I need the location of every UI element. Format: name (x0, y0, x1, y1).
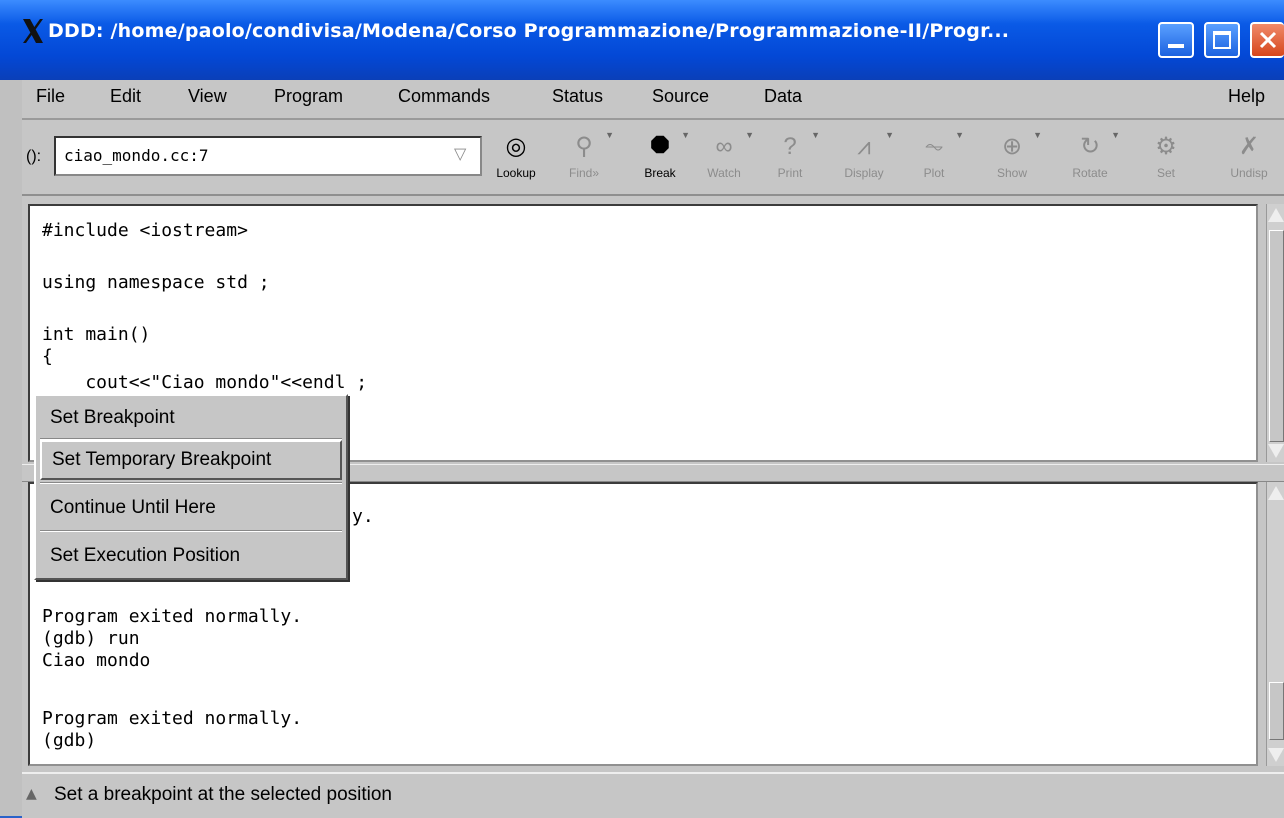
menu-edit[interactable]: Edit (110, 86, 141, 107)
undisplay-icon: ✗ (1238, 133, 1260, 160)
set-button[interactable]: ⚙ Set (1134, 130, 1198, 180)
argument-label: (): (26, 148, 42, 165)
scroll-down-arrow-icon[interactable] (1268, 444, 1284, 458)
menu-view[interactable]: View (188, 86, 227, 107)
show-label: Show (996, 166, 1028, 180)
menu-bar: File Edit View Program Commands Status S… (22, 80, 1284, 120)
status-bar: ▲ Set a breakpoint at the selected posit… (22, 772, 1284, 818)
window-title: DDD: /home/paolo/condivisa/Modena/Corso … (48, 20, 1010, 42)
show-menu-caret-icon: ▼ (1033, 130, 1042, 140)
maximize-button[interactable] (1204, 22, 1240, 58)
console-partial-line: y. (352, 506, 374, 527)
show-button[interactable]: ▼ ⊕ Show (980, 130, 1044, 180)
menu-item-set-temporary-breakpoint[interactable]: Set Temporary Breakpoint (40, 440, 342, 480)
watch-button[interactable]: ▼ ∞ Watch (692, 130, 756, 180)
menu-item-set-execution-position[interactable]: Set Execution Position (40, 536, 342, 576)
display-label: Display (844, 166, 884, 180)
source-line: int main() (42, 324, 151, 345)
scroll-up-arrow-icon[interactable] (1268, 486, 1284, 500)
source-line: using namespace std ; (42, 272, 270, 293)
scroll-down-arrow-icon[interactable] (1268, 748, 1284, 762)
menu-file[interactable]: File (36, 86, 65, 107)
ddd-window: DDD: /home/paolo/condivisa/Modena/Corso … (0, 0, 1284, 818)
find-button[interactable]: ▼ ⚲ Find» (552, 130, 616, 180)
menu-data[interactable]: Data (764, 86, 802, 107)
break-menu-caret-icon: ▼ (681, 130, 690, 140)
rotate-button[interactable]: ▼ ↻ Rotate (1058, 130, 1122, 180)
menu-separator (40, 482, 342, 484)
undisplay-label: Undisp (1230, 166, 1268, 180)
scroll-up-arrow-icon[interactable] (1268, 208, 1284, 222)
console-line: Program exited normally. (42, 708, 303, 729)
break-label: Break (644, 166, 676, 180)
plot-label: Plot (923, 166, 945, 180)
source-line: cout<<"Ciao mondo"<<endl ; (42, 372, 368, 393)
title-bar[interactable]: DDD: /home/paolo/condivisa/Modena/Corso … (0, 0, 1284, 80)
toolbar: (): ciao_mondo.cc:7 ▽ ◎ Lookup ▼ ⚲ Find»… (22, 120, 1284, 196)
breakpoint-context-menu: Set Breakpoint Set Temporary Breakpoint … (34, 394, 348, 580)
menu-help[interactable]: Help (1228, 86, 1265, 107)
rotate-label: Rotate (1072, 166, 1108, 180)
plot-menu-caret-icon: ▼ (955, 130, 964, 140)
print-label: Print (777, 166, 803, 180)
break-button[interactable]: ▼ ⯃ Break (628, 130, 692, 180)
find-menu-caret-icon: ▼ (605, 130, 614, 140)
print-menu-caret-icon: ▼ (811, 130, 820, 140)
rotate-menu-caret-icon: ▼ (1111, 130, 1120, 140)
status-triangle-icon[interactable]: ▲ (26, 786, 37, 802)
menu-separator (40, 530, 342, 532)
lookup-button[interactable]: ◎ Lookup (484, 130, 548, 180)
source-line: #include <iostream> (42, 220, 248, 241)
undisplay-button[interactable]: ✗ Undisp (1214, 130, 1284, 180)
display-button[interactable]: ▼ ⩘ Display (832, 130, 896, 180)
console-prompt: (gdb) (42, 730, 97, 751)
menu-item-continue-until-here[interactable]: Continue Until Here (40, 488, 342, 528)
menu-status[interactable]: Status (552, 86, 603, 107)
close-button[interactable] (1250, 22, 1284, 58)
watch-menu-caret-icon: ▼ (745, 130, 754, 140)
find-label: Find» (568, 166, 600, 180)
lookup-icon: ◎ (505, 133, 527, 160)
menu-program[interactable]: Program (274, 86, 343, 107)
menu-item-set-breakpoint[interactable]: Set Breakpoint (40, 398, 342, 438)
source-scrollbar[interactable] (1266, 204, 1284, 462)
lookup-label: Lookup (496, 166, 536, 180)
argument-dropdown-icon[interactable]: ▽ (454, 144, 466, 163)
console-scrollbar[interactable] (1266, 482, 1284, 766)
console-line: Program exited normally. (42, 606, 303, 627)
watch-label: Watch (707, 166, 741, 180)
console-line: Ciao mondo (42, 650, 151, 671)
console-line: (gdb) run (42, 628, 140, 649)
argument-field[interactable]: ciao_mondo.cc:7 (54, 136, 482, 176)
status-message: Set a breakpoint at the selected positio… (54, 784, 393, 805)
x-logo-icon (23, 19, 43, 43)
minimize-icon (1168, 44, 1184, 48)
menu-source[interactable]: Source (652, 86, 709, 107)
plot-button[interactable]: ▼ ⏦ Plot (902, 130, 966, 180)
display-menu-caret-icon: ▼ (885, 130, 894, 140)
set-icon: ⚙ (1155, 133, 1177, 160)
source-line: { (42, 346, 53, 367)
close-icon (1259, 31, 1277, 49)
scroll-thumb[interactable] (1269, 230, 1284, 442)
maximize-icon (1213, 31, 1231, 49)
scroll-thumb[interactable] (1269, 682, 1284, 740)
print-button[interactable]: ▼ ? Print (758, 130, 822, 180)
set-label: Set (1156, 166, 1175, 180)
menu-commands[interactable]: Commands (398, 86, 490, 107)
minimize-button[interactable] (1158, 22, 1194, 58)
